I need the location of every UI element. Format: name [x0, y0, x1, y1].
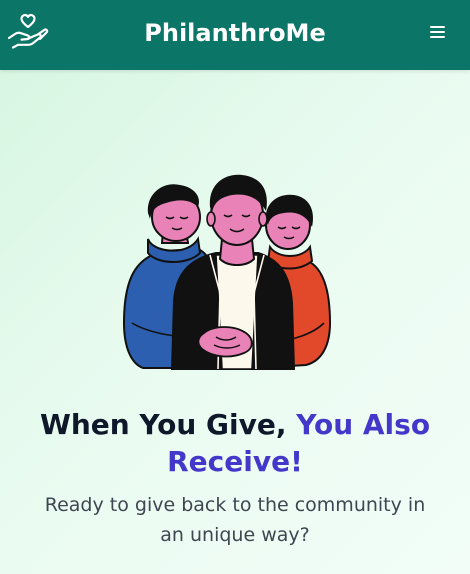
landing-page: PhilanthroMe When You Give, You Also Rec…: [0, 0, 470, 574]
headline-text: When You Give,: [39, 408, 297, 441]
three-people-hugging-illustration: [122, 174, 332, 370]
heart-in-hand-icon: [7, 13, 49, 49]
menu-button[interactable]: [428, 22, 448, 42]
brand-title: PhilanthroMe: [144, 19, 326, 47]
logo-link[interactable]: [6, 12, 50, 50]
hero-headline: When You Give, You Also Receive!: [0, 406, 470, 480]
top-navbar: PhilanthroMe: [0, 0, 470, 70]
hero-section: When You Give, You Also Receive! Ready t…: [0, 70, 470, 574]
hero-subtext: Ready to give back to the community in a…: [44, 494, 426, 546]
